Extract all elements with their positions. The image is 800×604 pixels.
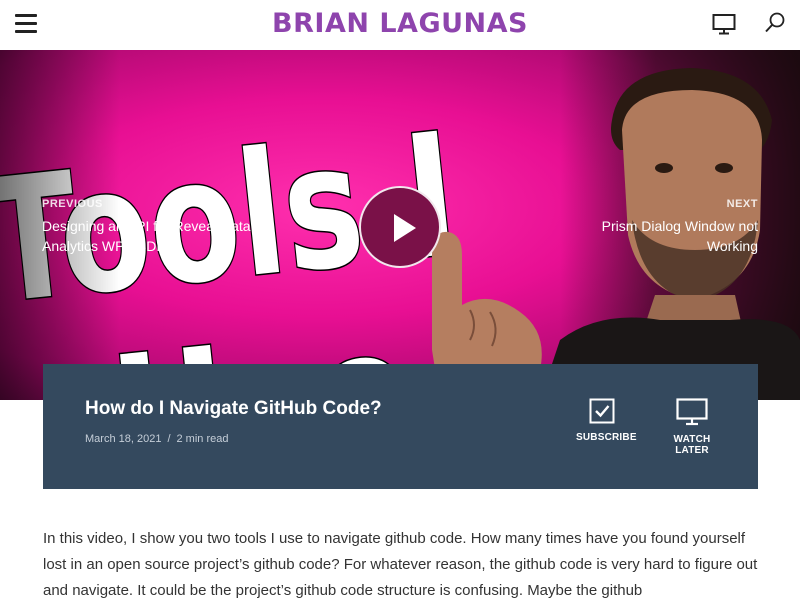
read-time: 2 min read	[176, 433, 229, 445]
watch-later-label: WATCH LATER	[673, 434, 711, 456]
subscribe-label: SUBSCRIBE	[576, 432, 637, 443]
article-intro: In this video, I show you two tools I us…	[43, 530, 758, 599]
site-header: BRIAN LAGUNAS	[0, 0, 800, 50]
video-hero: Tools I Use PREVIOUS Designing an API fo…	[0, 50, 800, 400]
watch-later-button[interactable]: WATCH LATER	[657, 398, 727, 456]
subscribe-button[interactable]: SUBSCRIBE	[576, 398, 637, 443]
play-button[interactable]	[359, 186, 441, 268]
monitor-icon[interactable]	[712, 12, 736, 36]
post-title-card: How do I Navigate GitHub Code? March 18,…	[43, 364, 758, 489]
monitor-icon	[676, 398, 708, 426]
play-icon	[394, 214, 416, 242]
next-label: NEXT	[726, 198, 758, 210]
next-post-link[interactable]: NEXT Prism Dialog Window not Working	[558, 198, 758, 256]
post-meta: March 18, 2021 / 2 min read	[85, 433, 228, 445]
meta-separator: /	[167, 433, 171, 445]
previous-label: PREVIOUS	[42, 198, 103, 210]
next-post-title[interactable]: Prism Dialog Window not Working	[558, 216, 758, 256]
previous-post-title[interactable]: Designing an API for Reveal Data Analyti…	[42, 216, 252, 256]
post-date: March 18, 2021	[85, 433, 162, 445]
search-icon[interactable]	[764, 12, 786, 34]
post-title: How do I Navigate GitHub Code?	[85, 398, 382, 419]
checkbox-icon	[589, 398, 615, 424]
previous-post-link[interactable]: PREVIOUS Designing an API for Reveal Dat…	[42, 198, 252, 256]
site-title[interactable]: BRIAN LAGUNAS	[0, 8, 800, 39]
